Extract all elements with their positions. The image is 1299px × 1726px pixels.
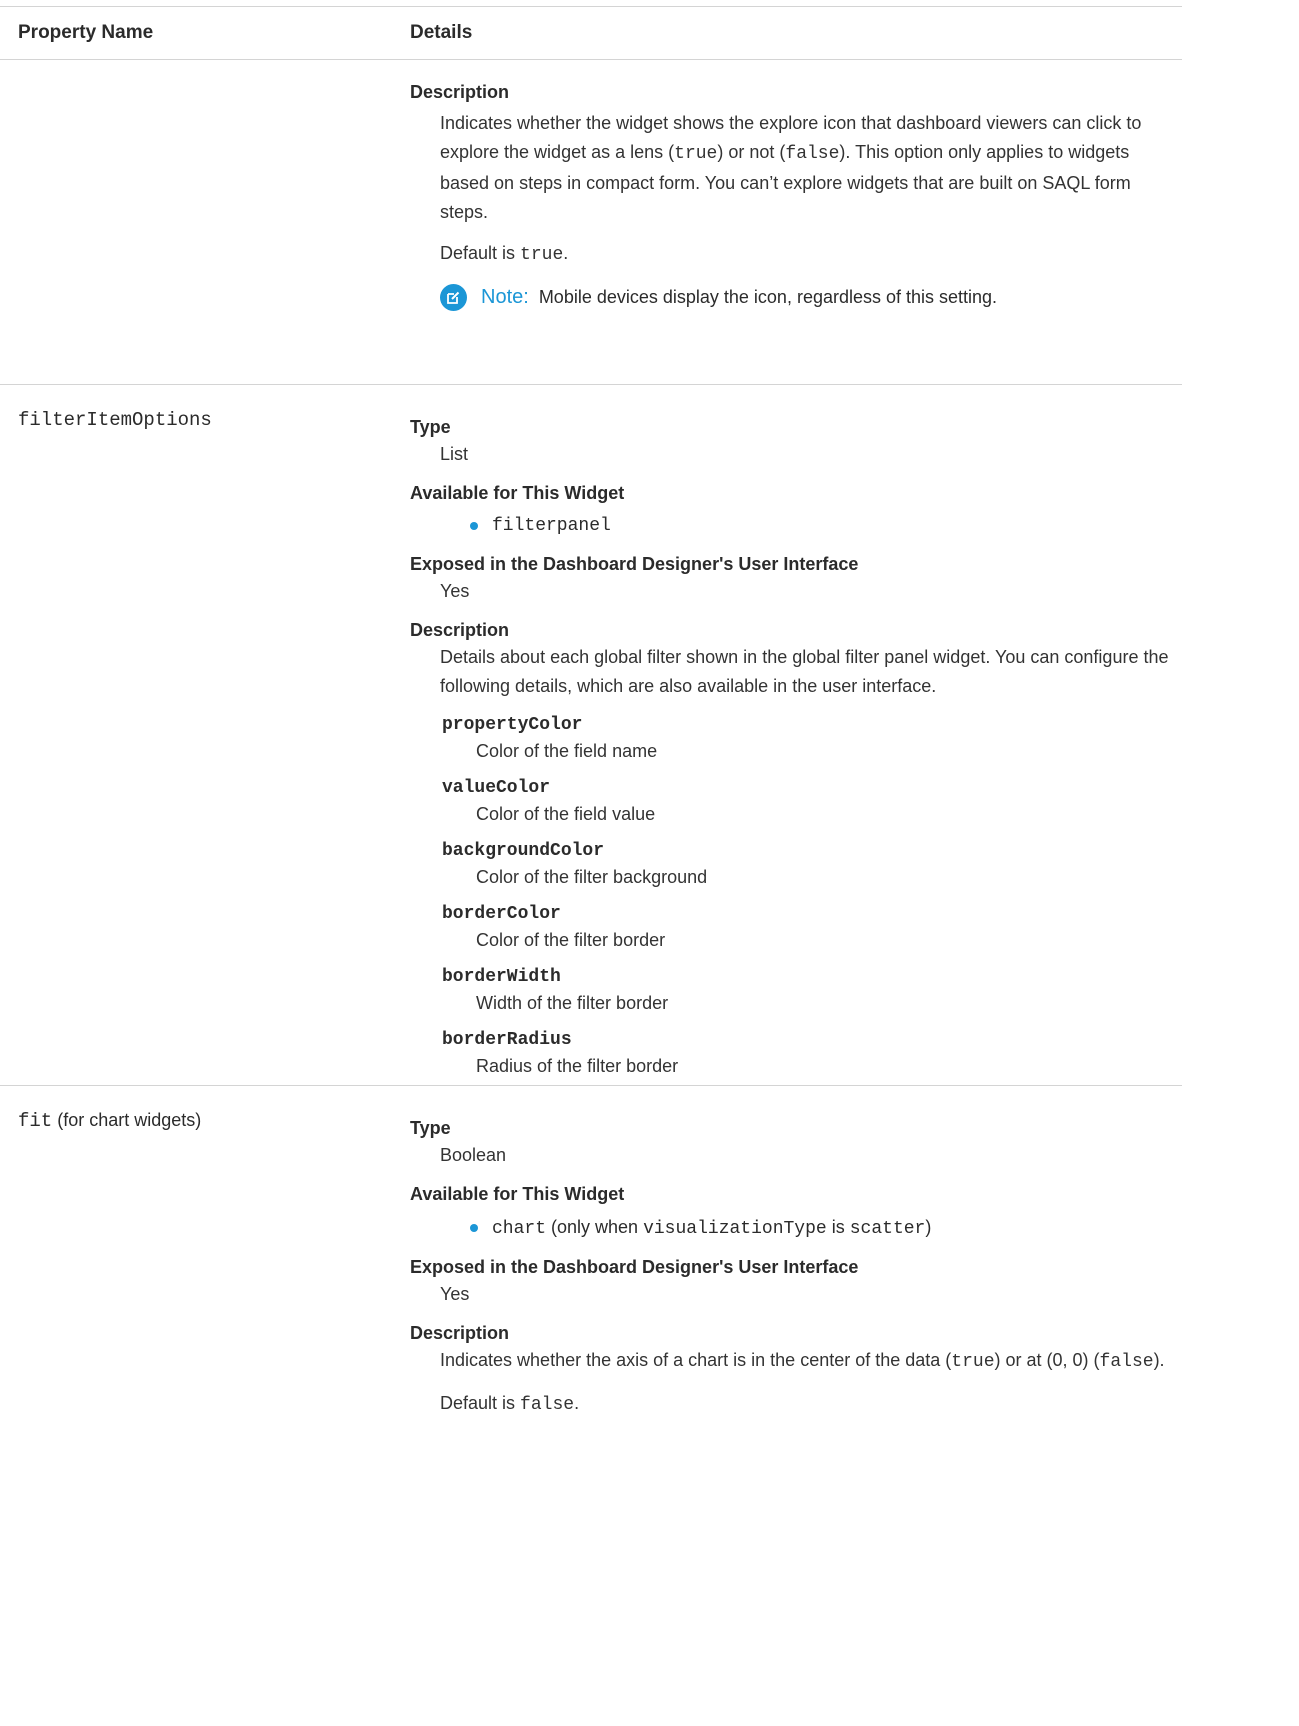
filter-item-def: Color of the filter border xyxy=(476,930,666,950)
filter-item-def: Radius of the filter border xyxy=(476,1056,679,1076)
type-label: Type xyxy=(410,417,451,437)
filter-item-term: borderRadius xyxy=(442,1030,572,1050)
description-text: Indicates whether the widget shows the e… xyxy=(440,113,1142,222)
filter-item-list: propertyColor Color of the field name valu… xyxy=(410,715,1178,1077)
description-label: Description xyxy=(410,1323,510,1343)
note-label: Note: xyxy=(481,286,529,308)
default-text: Default is true. xyxy=(440,243,569,265)
filter-item-term: valueColor xyxy=(442,778,551,798)
description-text: Indicates whether the axis of a chart is… xyxy=(440,1350,1165,1372)
type-value: List xyxy=(440,444,469,464)
exposed-value: Yes xyxy=(440,581,470,601)
default-text: Default is false. xyxy=(440,1393,580,1415)
filter-item-term: propertyColor xyxy=(442,715,583,735)
type-label: Type xyxy=(410,1118,451,1138)
table-row: fit (for chart widgets) Type Boolean Ava… xyxy=(0,1086,1182,1726)
type-value: Boolean xyxy=(440,1145,507,1165)
table-header: Property Name Details xyxy=(0,6,1182,60)
table-row: filterItemOptions Type List Available fo… xyxy=(0,385,1182,1086)
details-cell: Type List Available for This Widget filt… xyxy=(410,385,1182,1085)
property-name-cell: filterItemOptions xyxy=(0,385,410,1085)
description-text: Details about each global filter shown i… xyxy=(440,647,1169,696)
available-label: Available for This Widget xyxy=(410,483,625,503)
filter-item-term: borderColor xyxy=(442,904,561,924)
exposed-value: Yes xyxy=(440,1284,470,1304)
bullet-icon xyxy=(470,522,478,530)
property-table: Property Name Details Description Indica… xyxy=(0,6,1182,1726)
details-cell: Description Indicates whether the widget… xyxy=(410,60,1182,384)
filter-item-term: backgroundColor xyxy=(442,841,605,861)
exposed-label: Exposed in the Dashboard Designer's User… xyxy=(410,554,859,574)
header-details: Details xyxy=(410,22,473,43)
filter-item-term: borderWidth xyxy=(442,967,561,987)
exposed-label: Exposed in the Dashboard Designer's User… xyxy=(410,1257,859,1277)
property-name-cell: fit (for chart widgets) xyxy=(0,1086,410,1726)
note-text: Mobile devices display the icon, regardl… xyxy=(538,287,998,307)
available-label: Available for This Widget xyxy=(410,1184,625,1204)
filter-item-def: Color of the field value xyxy=(476,804,656,824)
list-item: chart (only when visualizationType is sc… xyxy=(470,1217,1178,1239)
property-name: fit (for chart widgets) xyxy=(18,1110,202,1132)
filter-item-def: Width of the filter border xyxy=(476,993,669,1013)
description-label: Description xyxy=(410,82,510,102)
details-cell: Type Boolean Available for This Widget c… xyxy=(410,1086,1182,1726)
note-callout: Note: Mobile devices display the icon, r… xyxy=(440,284,1178,311)
list-item: filterpanel xyxy=(470,516,1178,536)
table-row: Description Indicates whether the widget… xyxy=(0,60,1182,385)
description-label: Description xyxy=(410,620,510,640)
filter-item-def: Color of the field name xyxy=(476,741,658,761)
header-property-name: Property Name xyxy=(18,22,154,43)
property-name-cell xyxy=(0,60,410,384)
property-name: filterItemOptions xyxy=(18,409,212,431)
filter-item-def: Color of the filter background xyxy=(476,867,708,887)
bullet-icon xyxy=(470,1224,478,1232)
note-edit-icon xyxy=(440,284,467,311)
